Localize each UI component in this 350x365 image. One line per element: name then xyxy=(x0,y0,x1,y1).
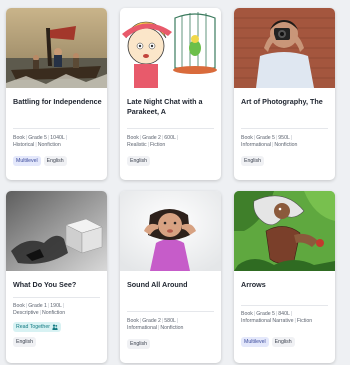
people-icon xyxy=(52,324,58,330)
meta-type: Nonfiction xyxy=(160,325,184,332)
meta-format: Book xyxy=(127,135,139,141)
language-tag: English xyxy=(271,337,295,347)
meta-separator: | xyxy=(290,311,293,317)
card-divider xyxy=(127,128,214,129)
girl-and-parakeet-cage-image[interactable] xyxy=(120,8,221,88)
book-meta: Book|Grade 5|950L| Informational|Nonfict… xyxy=(241,135,331,150)
book-tags: Multilevel English xyxy=(13,156,67,166)
book-title[interactable]: Battling for Independence xyxy=(13,97,103,107)
book-card[interactable]: Late Night Chat with a Parakeet, A Book |… xyxy=(120,8,221,180)
book-tags: English xyxy=(127,339,151,349)
meta-grade: Grade 5 xyxy=(256,135,275,141)
meta-lexile: 950L xyxy=(278,135,290,141)
card-divider xyxy=(13,297,100,298)
read-together-tag: Read Together xyxy=(13,322,61,332)
book-meta: Book|Grade 5|840L| Informational Narrati… xyxy=(241,311,331,326)
book-title[interactable]: Art of Photography, The xyxy=(241,97,331,107)
meta-separator: | xyxy=(176,318,179,324)
meta-type: Fiction xyxy=(149,142,166,149)
meta-grade: Grade 5 xyxy=(28,135,47,141)
meta-type: Nonfiction xyxy=(274,142,298,149)
book-meta: Book|Grade 5|1040L| Historical|Nonfictio… xyxy=(13,135,103,150)
language-tag: English xyxy=(127,156,151,166)
meta-grade: Grade 2 xyxy=(142,318,161,324)
book-grid: Battling for Independence Book|Grade 5|1… xyxy=(0,0,350,365)
meta-lexile: 190L xyxy=(50,303,62,309)
multilevel-tag: Multilevel xyxy=(13,156,41,166)
meta-lexile: 580L xyxy=(164,318,176,324)
meta-separator: | xyxy=(65,135,68,141)
book-title[interactable]: What Do You See? xyxy=(13,280,103,290)
cube-shadow-image[interactable] xyxy=(6,191,107,271)
meta-separator: | xyxy=(176,135,179,141)
painting-boat-crossing-image[interactable] xyxy=(6,8,107,88)
book-tags-row-2: English xyxy=(13,337,37,347)
photographer-with-camera-image[interactable] xyxy=(234,8,335,88)
meta-genre: Informational Narrative xyxy=(241,318,294,325)
meta-type: Nonfiction xyxy=(37,142,61,149)
meta-genre: Descriptive xyxy=(13,310,39,317)
illustrated-character-image[interactable] xyxy=(234,191,335,271)
meta-separator: | xyxy=(62,303,65,309)
book-tags: Multilevel English xyxy=(241,337,295,347)
meta-lexile: 600L xyxy=(164,135,176,141)
multilevel-tag: Multilevel xyxy=(241,337,269,347)
book-title[interactable]: Sound All Around xyxy=(127,280,217,290)
book-card[interactable]: What Do You See? Book|Grade 1|190L| Desc… xyxy=(6,191,107,363)
book-card[interactable]: Battling for Independence Book|Grade 5|1… xyxy=(6,8,107,180)
book-card[interactable]: Art of Photography, The Book|Grade 5|950… xyxy=(234,8,335,180)
card-divider xyxy=(127,311,214,312)
card-divider xyxy=(241,305,328,306)
language-tag: English xyxy=(127,339,151,349)
meta-grade: Grade 2 xyxy=(142,135,161,141)
book-card[interactable]: Arrows Book|Grade 5|840L| Informational … xyxy=(234,191,335,363)
meta-type: Nonfiction xyxy=(42,310,66,317)
meta-format: Book xyxy=(13,135,25,141)
book-tags: English xyxy=(241,156,265,166)
book-card[interactable]: Sound All Around Book|Grade 2|580L| Info… xyxy=(120,191,221,363)
meta-format: Book xyxy=(241,135,253,141)
meta-separator: | xyxy=(290,135,293,141)
meta-genre: Realistic xyxy=(127,142,147,149)
meta-format: Book xyxy=(127,318,139,324)
meta-genre: Informational xyxy=(241,142,271,149)
book-tags: English xyxy=(127,156,151,166)
meta-format: Book xyxy=(13,303,25,309)
card-divider xyxy=(13,128,100,129)
language-tag: English xyxy=(241,156,265,166)
book-meta: Book|Grade 2|600L| Realistic|Fiction xyxy=(127,135,217,150)
card-divider xyxy=(241,128,328,129)
child-listening-image[interactable] xyxy=(120,191,221,271)
book-title[interactable]: Arrows xyxy=(241,280,331,290)
book-tags: Read Together xyxy=(13,322,61,332)
book-meta: Book|Grade 2|580L| Informational|Nonfict… xyxy=(127,318,217,333)
book-title[interactable]: Late Night Chat with a Parakeet, A xyxy=(127,97,217,116)
language-tag: English xyxy=(13,337,37,347)
book-meta: Book|Grade 1|190L| Descriptive|Nonfictio… xyxy=(13,303,103,318)
meta-grade: Grade 5 xyxy=(256,311,275,317)
meta-type: Fiction xyxy=(296,318,313,325)
meta-lexile: 840L xyxy=(278,311,290,317)
meta-lexile: 1040L xyxy=(50,135,65,141)
meta-genre: Informational xyxy=(127,325,157,332)
meta-format: Book xyxy=(241,311,253,317)
read-together-label: Read Together xyxy=(16,324,50,330)
language-tag: English xyxy=(43,156,67,166)
meta-grade: Grade 1 xyxy=(28,303,47,309)
meta-genre: Historical xyxy=(13,142,35,149)
